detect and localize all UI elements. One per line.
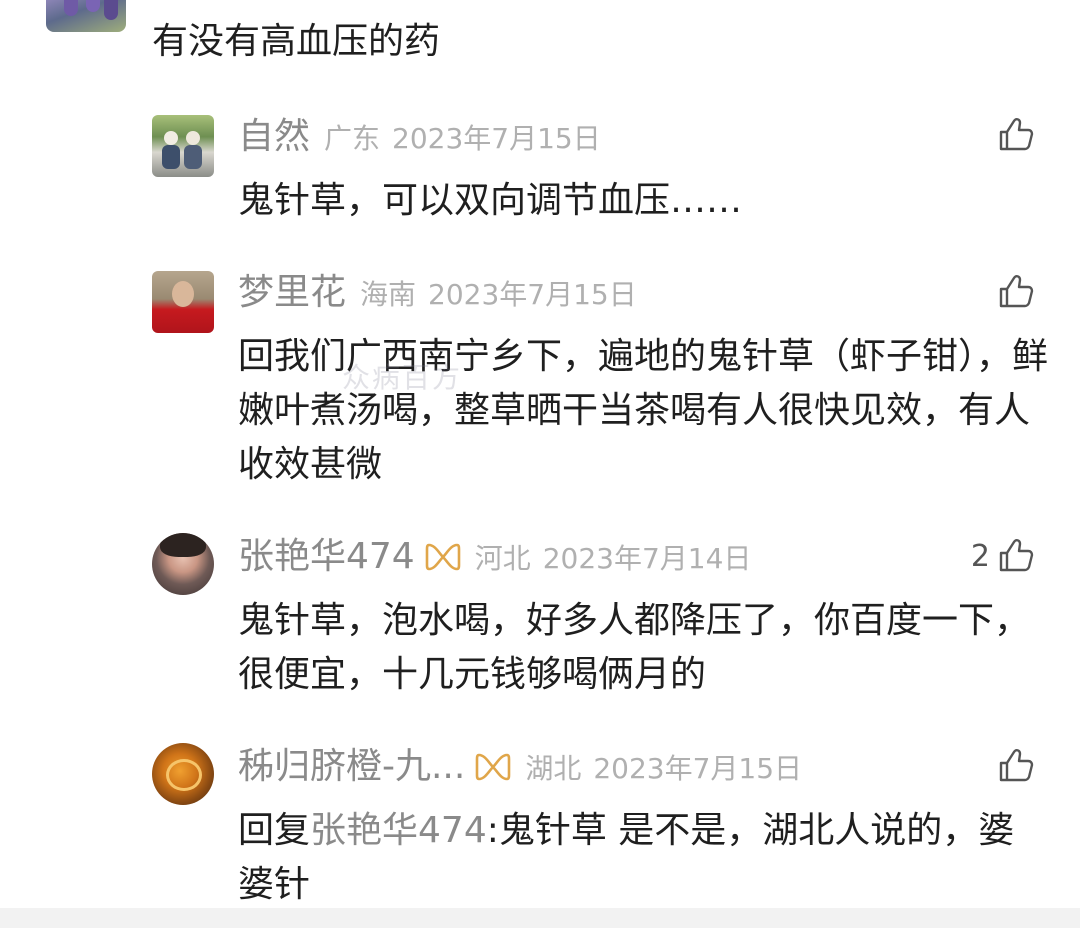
reply-meta: 秭归脐橙-九... 湖北 2023年7月15日	[238, 742, 802, 792]
reply-text: 鬼针草，可以双向调节血压……	[238, 180, 743, 221]
thumbs-up-icon[interactable]	[998, 274, 1034, 310]
avatar[interactable]	[152, 743, 214, 805]
reply-meta: 自然 广东 2023年7月15日	[238, 112, 601, 162]
thumbs-up-icon[interactable]	[998, 117, 1034, 153]
date: 2023年7月15日	[428, 278, 637, 311]
avatar[interactable]	[152, 271, 214, 333]
vip-badge-icon	[476, 753, 511, 781]
location: 湖北	[525, 752, 582, 785]
reply-meta: 张艳华474 河北 2023年7月14日	[238, 532, 751, 582]
bottom-divider	[0, 908, 1080, 928]
like-count: 2	[970, 538, 990, 574]
reply-text: 回我们广西南宁乡下，遍地的鬼针草（虾子钳），鲜嫩叶煮汤喝，整草晒干当茶喝有人很快…	[238, 336, 1049, 485]
thumbs-up-icon[interactable]	[998, 748, 1034, 784]
commenter-avatar[interactable]	[46, 0, 126, 32]
username[interactable]: 自然	[238, 112, 310, 162]
location: 海南	[360, 278, 417, 311]
reply-prefix: 回复	[238, 810, 311, 851]
username[interactable]: 张艳华474	[238, 532, 415, 582]
username[interactable]: 梦里花	[238, 268, 346, 318]
location: 河北	[474, 542, 531, 575]
reply-text: 回复张艳华474:鬼针草 是不是，湖北人说的，婆婆针	[238, 804, 1048, 912]
date: 2023年7月15日	[593, 752, 803, 785]
like-button[interactable]	[990, 741, 1034, 791]
date: 2023年7月15日	[392, 122, 601, 155]
reply-text: 鬼针草，泡水喝，好多人都降压了，你百度一下，很便宜，十几元钱够喝俩月的	[238, 600, 1031, 695]
avatar[interactable]	[152, 533, 214, 595]
main-comment-text: 有没有高血压的药	[152, 21, 441, 62]
like-button[interactable]	[990, 267, 1034, 317]
username[interactable]: 秭归脐橙-九...	[238, 742, 465, 792]
vip-badge-icon	[425, 543, 461, 571]
like-button[interactable]	[990, 110, 1034, 160]
location: 广东	[324, 122, 381, 155]
like-button[interactable]: 2	[971, 531, 1034, 581]
thumbs-up-icon[interactable]	[998, 538, 1034, 574]
reply-meta: 梦里花 海南 2023年7月15日	[238, 268, 637, 318]
avatar[interactable]	[152, 115, 214, 177]
mention-link[interactable]: 张艳华474	[310, 810, 487, 851]
date: 2023年7月14日	[542, 542, 752, 575]
